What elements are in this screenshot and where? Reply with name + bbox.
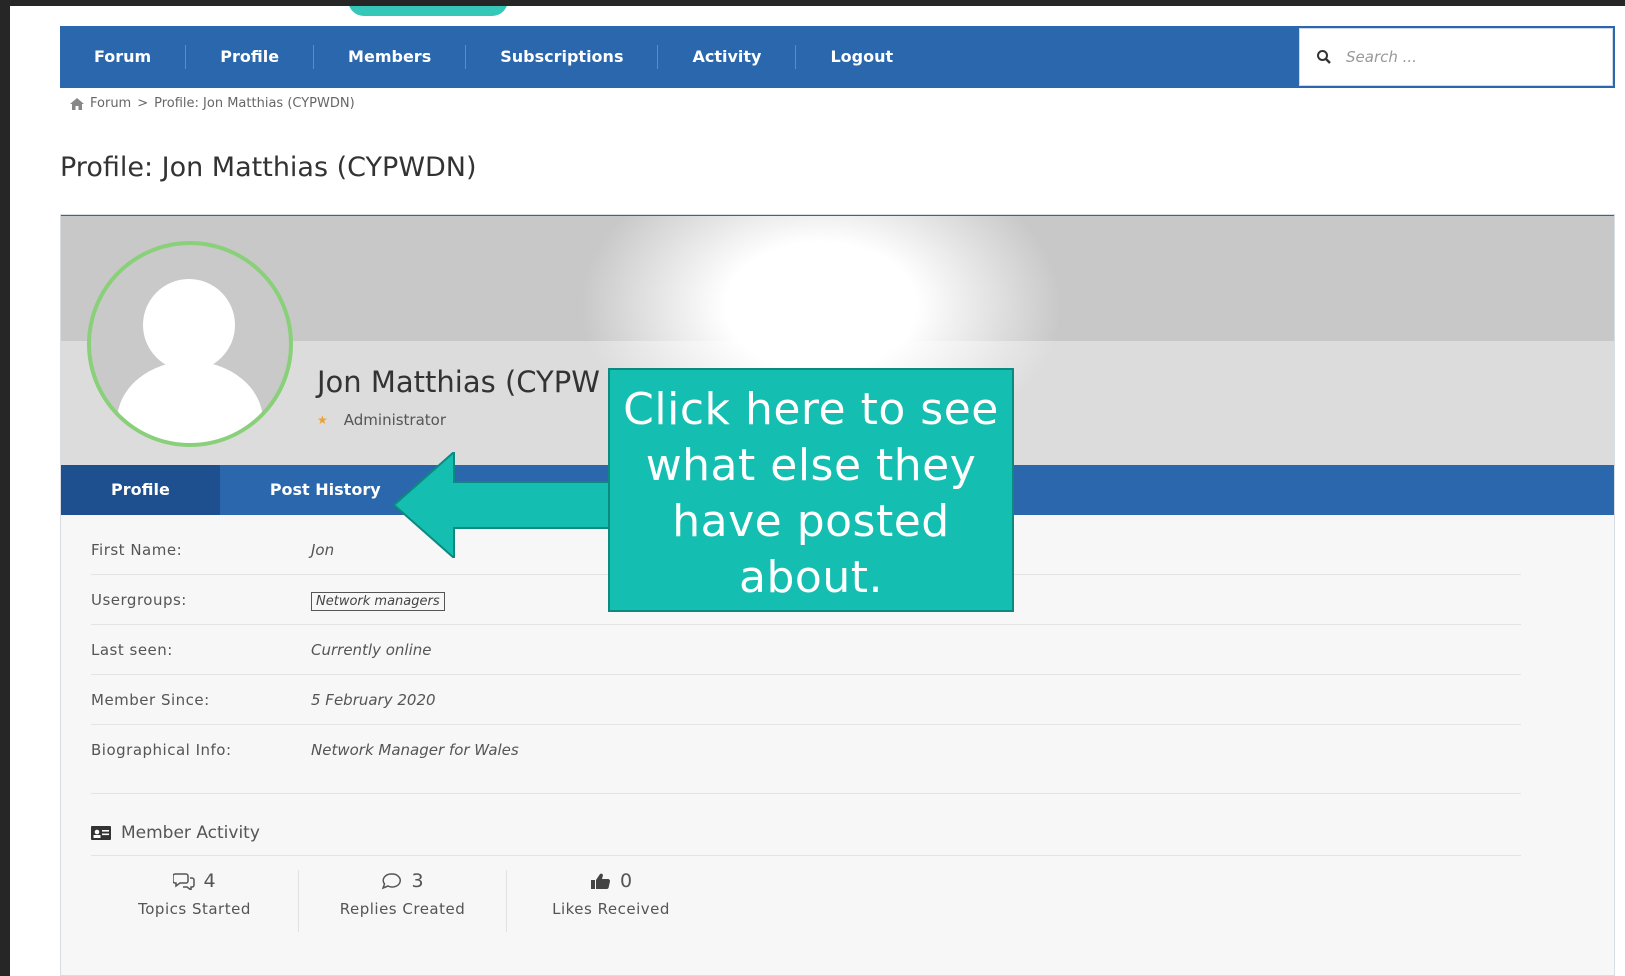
avatar-body (117, 361, 263, 443)
search-icon (1317, 50, 1331, 64)
breadcrumb-separator: > (137, 96, 149, 111)
nav-activity[interactable]: Activity (657, 45, 795, 69)
stat-value: 0 (619, 870, 633, 892)
decorative-shape (348, 6, 508, 16)
breadcrumb: Forum > Profile: Jon Matthias (CYPWDN) (70, 96, 355, 111)
field-value: 5 February 2020 (311, 690, 436, 709)
field-value: Currently online (311, 640, 432, 659)
field-label: Biographical Info: (91, 741, 232, 759)
stat-label: Likes Received (552, 900, 670, 918)
role-star-icon: ★ (317, 413, 328, 427)
breadcrumb-home[interactable]: Forum (90, 96, 131, 111)
field-value: Jon (311, 540, 335, 559)
topics-icon (173, 873, 196, 890)
role-label: Administrator (343, 411, 447, 429)
usergroup-badge[interactable]: Network managers (311, 591, 445, 611)
role: ★ Administrator (317, 411, 446, 429)
activity-stats: 4 Topics Started 3 Replies Created 0 Lik… (91, 870, 715, 932)
divider (91, 855, 1521, 856)
stat-replies: 3 Replies Created (299, 870, 507, 932)
id-card-icon (91, 826, 111, 840)
field-row: Biographical Info: Network Manager for W… (91, 725, 1521, 775)
stat-value: 4 (203, 870, 216, 892)
field-row: Last seen: Currently online (91, 625, 1521, 675)
main-nav: Forum Profile Members Subscriptions Acti… (60, 26, 1615, 88)
stat-label: Topics Started (138, 900, 251, 918)
callout-arrow (394, 452, 612, 558)
nav-profile[interactable]: Profile (185, 45, 313, 69)
field-row: Member Since: 5 February 2020 (91, 675, 1521, 725)
nav-forum[interactable]: Forum (60, 45, 185, 69)
nav-logout[interactable]: Logout (795, 45, 927, 69)
field-label: Last seen: (91, 640, 173, 659)
reply-icon (382, 873, 402, 890)
activity-title-label: Member Activity (121, 823, 260, 843)
breadcrumb-current: Profile: Jon Matthias (CYPWDN) (154, 96, 355, 111)
avatar-head (143, 279, 235, 371)
home-icon (70, 97, 84, 110)
stat-value: 3 (411, 870, 424, 892)
page-title: Profile: Jon Matthias (CYPWDN) (60, 152, 477, 183)
field-label: First Name: (91, 540, 183, 559)
nav-members[interactable]: Members (313, 45, 465, 69)
stat-likes: 0 Likes Received (507, 870, 715, 932)
thumbs-up-icon (590, 873, 610, 890)
profile-name: Jon Matthias (CYPW (317, 365, 600, 399)
field-label: Usergroups: (91, 590, 187, 609)
search-input[interactable] (1346, 48, 1586, 66)
stat-topics: 4 Topics Started (91, 870, 299, 932)
activity-title: Member Activity (91, 823, 260, 843)
divider (91, 793, 1521, 794)
callout-box: Click here to see what else they have po… (608, 368, 1014, 612)
field-value: Network Manager for Wales (311, 741, 519, 759)
field-label: Member Since: (91, 690, 210, 709)
search-box (1299, 28, 1613, 86)
stat-label: Replies Created (339, 900, 466, 918)
nav-subscriptions[interactable]: Subscriptions (465, 45, 657, 69)
tab-profile[interactable]: Profile (61, 465, 220, 515)
avatar (87, 241, 293, 447)
slide: Forum Profile Members Subscriptions Acti… (10, 6, 1625, 976)
